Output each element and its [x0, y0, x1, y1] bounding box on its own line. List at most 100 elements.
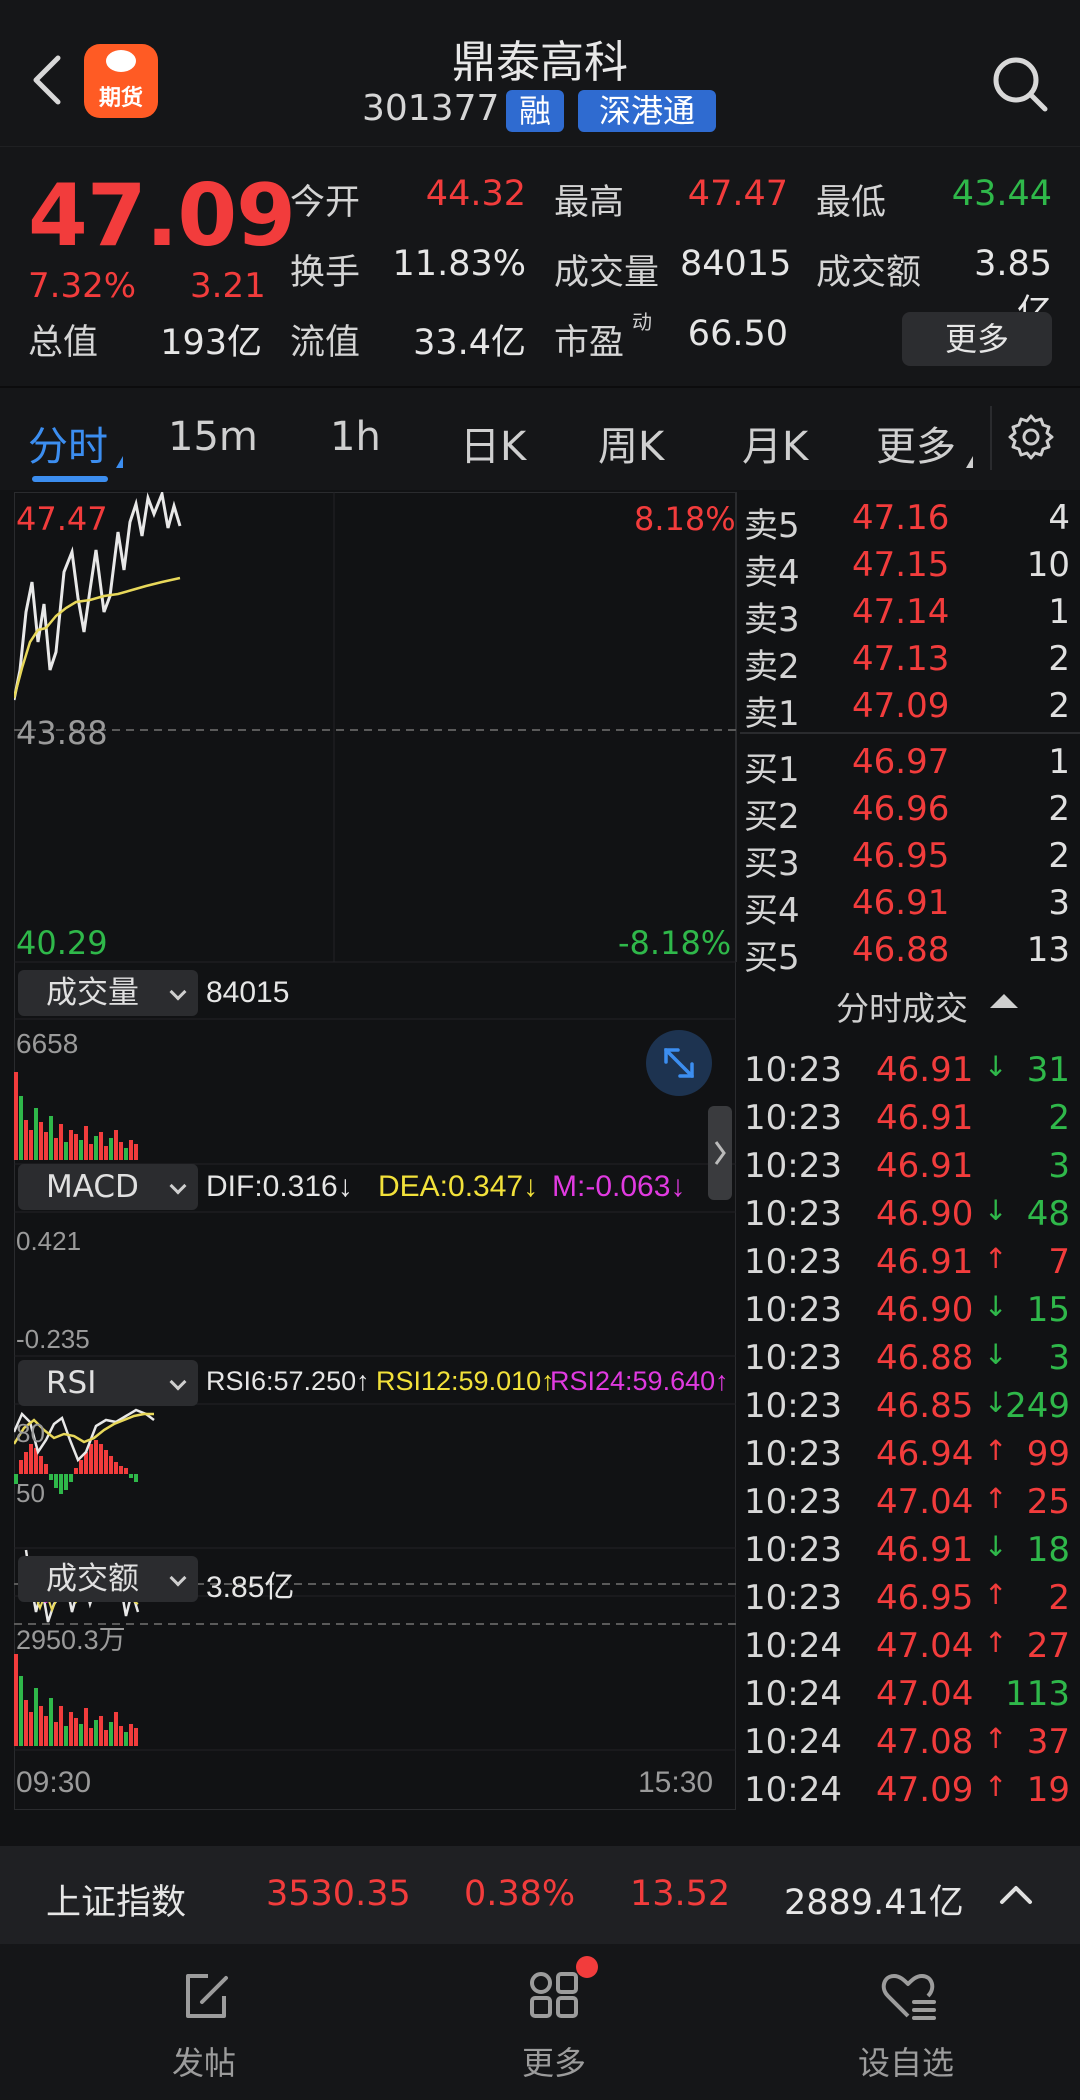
trade-price: 46.90 — [876, 1194, 974, 1234]
tab-monthly-k[interactable]: 月K — [742, 414, 808, 472]
trade-direction-icon: ↑ — [984, 1578, 1008, 1611]
market-cap-value: 193亿 — [160, 323, 262, 363]
bid-row[interactable]: 买2 46.96 2 — [744, 789, 1074, 837]
histogram-bar — [129, 1140, 133, 1160]
bid-row[interactable]: 买1 46.97 1 — [744, 742, 1074, 790]
bid-row[interactable]: 买3 46.95 2 — [744, 836, 1074, 884]
trade-time: 10:23 — [744, 1242, 842, 1282]
trade-row: 10:23 46.90 ↓ 48 — [744, 1194, 1074, 1242]
trade-volume: 31 — [1026, 1050, 1070, 1090]
trade-price: 46.88 — [876, 1338, 974, 1378]
active-tab-indicator — [32, 476, 108, 482]
index-pct: 0.38% — [464, 1874, 576, 1914]
ask-row[interactable]: 卖5 47.16 4 — [744, 498, 1074, 546]
index-change: 13.52 — [630, 1874, 731, 1914]
histogram-bar — [109, 1138, 113, 1160]
pe-label: 市盈 — [554, 323, 625, 363]
macd-bar — [134, 1474, 138, 1482]
chevron-up-icon[interactable] — [996, 1880, 1036, 1908]
tab-weekly-k[interactable]: 周K — [598, 414, 664, 472]
ask-row[interactable]: 卖4 47.15 10 — [744, 545, 1074, 593]
ask-level-label: 卖3 — [744, 600, 800, 640]
tab-more[interactable]: 更多 — [876, 414, 956, 472]
histogram-bar — [54, 1138, 58, 1160]
trade-row: 10:24 47.09 ↑ 19 — [744, 1770, 1074, 1818]
tab-daily-k[interactable]: 日K — [460, 414, 526, 472]
macd-indicator-dropdown[interactable]: MACD — [18, 1164, 198, 1210]
macd-bar — [84, 1452, 88, 1474]
trade-volume: 18 — [1026, 1530, 1070, 1570]
trade-price: 46.91 — [876, 1242, 974, 1282]
pe-dynamic-sup: 动 — [632, 310, 652, 334]
trade-volume: 3 — [1048, 1146, 1070, 1186]
macd-bar — [119, 1466, 123, 1474]
trade-time: 10:23 — [744, 1290, 842, 1330]
histogram-bar — [89, 1728, 93, 1746]
low-value: 43.44 — [951, 174, 1052, 214]
bid-price: 46.95 — [852, 836, 950, 876]
bid-row[interactable]: 买4 46.91 3 — [744, 883, 1074, 931]
nav-post-label: 发帖 — [171, 2044, 236, 2082]
macd-bar — [54, 1474, 58, 1488]
histogram-bar — [69, 1712, 73, 1746]
more-tab-caret-icon — [966, 456, 973, 468]
trade-row: 10:23 46.95 ↑ 2 — [744, 1578, 1074, 1626]
trade-direction-icon: ↓ — [984, 1530, 1008, 1563]
trade-direction-icon: ↓ — [984, 1194, 1008, 1227]
histogram-bar — [44, 1716, 48, 1746]
trades-title[interactable]: 分时成交 — [836, 982, 968, 1030]
ask-price: 47.14 — [852, 592, 950, 632]
histogram-bar — [64, 1142, 68, 1160]
ask-price: 47.09 — [852, 686, 950, 726]
volume-indicator-dropdown[interactable]: 成交量 — [18, 970, 198, 1016]
index-amount: 2889.41亿 — [784, 1883, 964, 1923]
trade-row: 10:23 46.91 ↓ 18 — [744, 1530, 1074, 1578]
trade-direction-icon: ↑ — [984, 1482, 1008, 1515]
ask-volume: 2 — [1048, 639, 1070, 679]
macd-dif-value: DIF:0.316↓ — [206, 1170, 353, 1203]
ask-level-label: 卖5 — [744, 506, 800, 546]
trade-volume: 99 — [1026, 1434, 1070, 1474]
tab-1h[interactable]: 1h — [330, 414, 381, 460]
trade-time: 10:23 — [744, 1050, 842, 1090]
ask-row[interactable]: 卖1 47.09 2 — [744, 686, 1074, 734]
bid-volume: 2 — [1048, 836, 1070, 876]
back-arrow-icon[interactable] — [28, 52, 68, 108]
tab-intraday[interactable]: 分时 — [28, 414, 108, 472]
trades-collapse-caret-icon[interactable] — [990, 994, 1018, 1008]
ask-row[interactable]: 卖3 47.14 1 — [744, 592, 1074, 640]
amount-indicator-dropdown[interactable]: 成交额 — [18, 1556, 198, 1602]
trade-row: 10:24 47.04 113 — [744, 1674, 1074, 1722]
app-badge-label: 期货 — [98, 86, 143, 111]
margin-tag: 融 — [506, 90, 564, 132]
histogram-bar — [14, 1072, 18, 1160]
trade-time: 10:23 — [744, 1530, 842, 1570]
ask-price: 47.15 — [852, 545, 950, 585]
trade-row: 10:23 46.90 ↓ 15 — [744, 1290, 1074, 1338]
chevron-down-icon — [169, 983, 187, 1001]
trade-volume: 48 — [1026, 1194, 1070, 1234]
ask-volume: 10 — [1026, 545, 1070, 585]
chevron-down-icon — [169, 1373, 187, 1391]
trade-time: 10:23 — [744, 1482, 842, 1522]
histogram-bar — [24, 1120, 28, 1160]
trade-price: 47.04 — [876, 1674, 974, 1714]
search-icon[interactable] — [990, 54, 1050, 114]
ask-volume: 2 — [1048, 686, 1070, 726]
trade-price: 46.91 — [876, 1050, 974, 1090]
histogram-bar — [104, 1730, 108, 1746]
rsi-indicator-dropdown[interactable]: RSI — [18, 1360, 198, 1406]
expand-chart-button[interactable] — [646, 1030, 712, 1096]
ask-row[interactable]: 卖2 47.13 2 — [744, 639, 1074, 687]
time-end-label: 15:30 — [638, 1766, 714, 1799]
bid-price: 46.96 — [852, 789, 950, 829]
trade-volume: 3 — [1048, 1338, 1070, 1378]
bid-row[interactable]: 买5 46.88 13 — [744, 930, 1074, 978]
tab-15m[interactable]: 15m — [168, 414, 258, 460]
gear-icon[interactable] — [1006, 412, 1056, 462]
histogram-bar — [114, 1130, 118, 1160]
histogram-bar — [104, 1146, 108, 1160]
side-panel-handle[interactable] — [708, 1106, 732, 1200]
futures-app-badge[interactable]: 期货 — [84, 44, 158, 118]
more-quote-button[interactable]: 更多 — [902, 312, 1052, 366]
